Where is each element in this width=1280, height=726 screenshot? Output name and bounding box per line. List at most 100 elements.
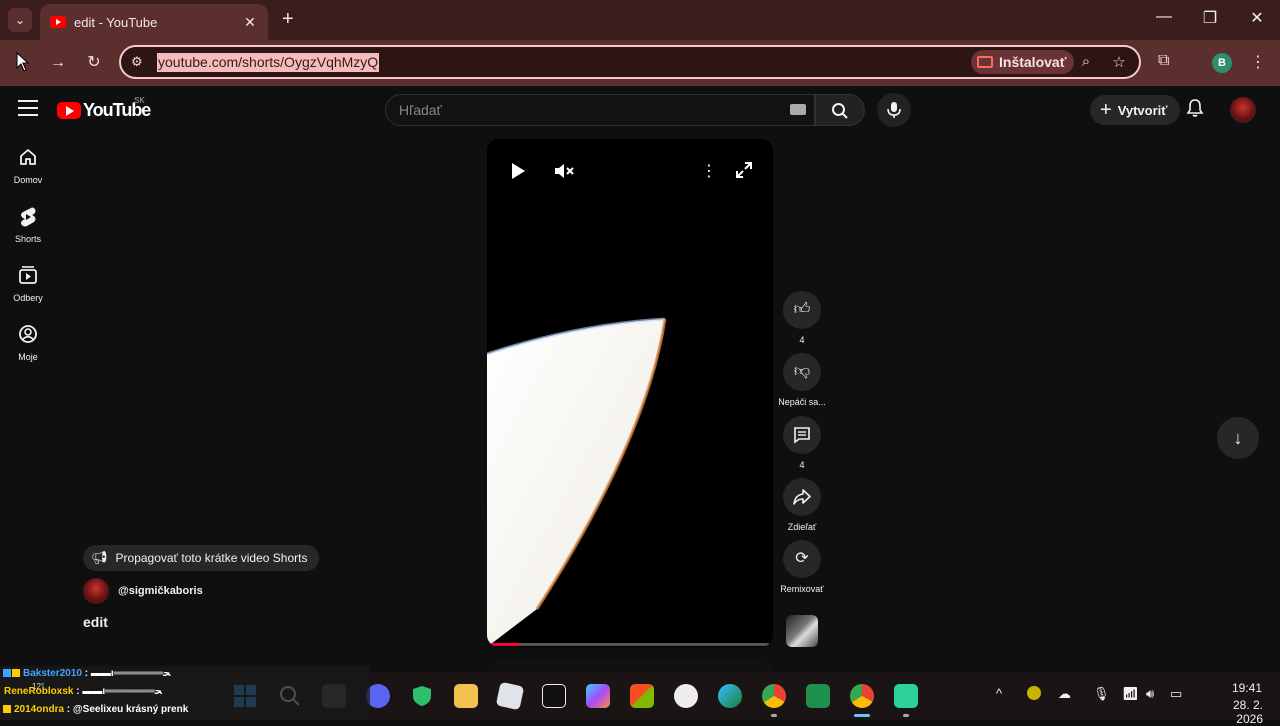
channel-name[interactable]: @sigmičkaboris — [118, 585, 203, 597]
remix-icon: ⟳ — [783, 540, 821, 578]
browser-tab-strip: ⌄ edit - YouTube ✕ + — ❐ ✕ — [0, 0, 1280, 40]
chat-user: 2014ondra — [14, 704, 65, 715]
video-frame — [487, 139, 773, 647]
running-indicator — [771, 714, 777, 717]
account-avatar[interactable] — [1230, 97, 1256, 123]
edge-icon[interactable] — [718, 684, 742, 708]
roblox-icon[interactable] — [495, 681, 525, 711]
play-icon[interactable] — [509, 161, 529, 181]
promote-short-button[interactable]: 📢︎ Propagovať toto krátke video Shorts — [83, 545, 320, 571]
install-icon — [977, 56, 993, 68]
sidebar-item-shorts[interactable]: Shorts — [4, 206, 52, 244]
new-tab-button[interactable]: + — [282, 9, 294, 29]
extensions-icon[interactable]: ⧉ — [1158, 52, 1169, 70]
notifications-bell-icon[interactable] — [1186, 98, 1204, 123]
share-button[interactable]: Zdieľať — [779, 478, 825, 532]
wifi-icon[interactable]: 📶︎ — [1122, 686, 1139, 702]
chat-badge-icon — [3, 669, 11, 677]
country-code: SK — [134, 96, 145, 105]
cloud-icon[interactable]: ☁ — [1058, 686, 1071, 702]
microphone-tray-icon[interactable]: 🎙︎ — [1093, 686, 1110, 702]
guide-menu-icon[interactable] — [18, 100, 38, 116]
search-input[interactable]: Hľadať — [385, 94, 815, 126]
sidebar-item-home[interactable]: Domov — [4, 147, 52, 185]
extension-app-icon[interactable] — [674, 684, 698, 708]
volume-icon[interactable]: 🔊︎ — [1146, 686, 1154, 702]
fullscreen-icon[interactable] — [735, 161, 753, 184]
dislike-label: Nepáči sa... — [778, 397, 826, 407]
sound-thumbnail[interactable] — [786, 615, 818, 647]
tab-search-button[interactable]: ⌄ — [8, 8, 32, 32]
comment-count: 4 — [799, 460, 805, 470]
search-icon — [832, 103, 848, 119]
share-label: Zdieľať — [787, 522, 817, 532]
install-app-button[interactable]: Inštalovať — [971, 50, 1075, 74]
copilot-icon[interactable] — [586, 684, 610, 708]
home-icon — [16, 147, 40, 171]
tab-close-icon[interactable]: ✕ — [242, 14, 258, 31]
shorts-video-player[interactable]: ⋮ — [487, 139, 773, 647]
microphone-icon — [887, 101, 901, 118]
megaphone-icon: 📢︎ — [91, 550, 108, 565]
muted-volume-icon[interactable] — [553, 161, 575, 181]
tray-app-icon[interactable] — [1027, 686, 1041, 700]
streaming-app-icon[interactable] — [894, 684, 918, 708]
forward-icon[interactable]: → — [47, 52, 69, 74]
install-label: Inštalovať — [999, 54, 1067, 70]
chat-message: ▬▬ι═══════ﺤ — [79, 686, 162, 697]
back-cursor-icon[interactable] — [12, 51, 34, 74]
reload-icon[interactable]: ↻ — [83, 52, 105, 74]
microsoft-store-icon[interactable] — [630, 684, 654, 708]
sidebar-item-you[interactable]: Moje — [4, 324, 52, 362]
remix-button[interactable]: ⟳ Remixovať — [779, 540, 825, 594]
chat-line: ReneRobloxsk : ▬▬ι═══════ﺤ — [3, 686, 162, 697]
capcut-icon[interactable] — [542, 684, 566, 708]
minimize-window-icon[interactable]: — — [1152, 8, 1176, 26]
subscriptions-icon — [16, 265, 40, 289]
search-button[interactable] — [815, 94, 865, 126]
sidebar-item-label: Odbery — [13, 293, 43, 303]
like-count: 4 — [799, 335, 805, 345]
like-icon: 👍︎ — [783, 291, 821, 329]
next-short-button[interactable]: ↓ — [1217, 417, 1259, 459]
file-explorer-icon[interactable] — [454, 684, 478, 708]
close-window-icon[interactable]: ✕ — [1245, 8, 1269, 28]
bookmark-star-icon[interactable]: ☆ — [1109, 53, 1129, 71]
dislike-button[interactable]: 👎︎ Nepáči sa... — [778, 353, 826, 407]
show-hidden-icons-icon[interactable]: ^ — [996, 686, 1002, 701]
battery-icon[interactable]: ▭ — [1170, 686, 1182, 702]
sidebar-item-label: Shorts — [14, 234, 41, 244]
more-options-icon[interactable]: ⋮ — [701, 161, 717, 181]
youtube-header: YouTube SK Hľadať + Vytvoriť — [0, 86, 1280, 134]
tab-title: edit - YouTube — [74, 14, 158, 30]
promote-label: Propagovať toto krátke video Shorts — [115, 551, 308, 565]
search-placeholder: Hľadať — [399, 102, 442, 118]
you-icon — [16, 324, 40, 348]
restore-window-icon[interactable]: ❐ — [1198, 8, 1222, 28]
profile-avatar[interactable]: B — [1212, 53, 1232, 73]
youtube-favicon-icon — [50, 16, 66, 28]
site-info-icon[interactable]: ⚙ — [131, 54, 147, 70]
channel-avatar[interactable] — [83, 578, 109, 604]
sidebar-item-subscriptions[interactable]: Odbery — [4, 265, 52, 303]
keyboard-icon[interactable] — [790, 104, 806, 115]
like-button[interactable]: 👍︎ 4 — [779, 291, 825, 345]
progress-bar[interactable] — [491, 643, 769, 646]
video-app-icon[interactable] — [806, 684, 830, 708]
chrome-icon[interactable] — [850, 684, 874, 708]
video-title: edit — [83, 614, 108, 630]
create-button[interactable]: + Vytvoriť — [1090, 95, 1180, 125]
comments-button[interactable]: 4 — [779, 416, 825, 470]
url-text[interactable]: youtube.com/shorts/OygzVqhMzyQ — [157, 53, 380, 72]
voice-search-button[interactable] — [877, 93, 911, 127]
sidebar-item-label: Moje — [18, 352, 38, 362]
clock-date[interactable]: 28. 2. 2026 — [1203, 698, 1263, 726]
address-bar[interactable]: ⚙ youtube.com/shorts/OygzVqhMzyQ Inštalo… — [119, 45, 1141, 79]
sidebar-item-label: Domov — [13, 175, 43, 185]
chrome-profile-icon[interactable] — [762, 684, 786, 708]
browser-menu-icon[interactable]: ⋮ — [1250, 52, 1266, 72]
zoom-icon[interactable]: ⌕ — [1076, 53, 1096, 70]
browser-tab[interactable]: edit - YouTube ✕ — [40, 4, 268, 40]
vpn-shield-icon[interactable] — [410, 684, 434, 708]
clock-time[interactable]: 19:41 — [1228, 681, 1262, 695]
